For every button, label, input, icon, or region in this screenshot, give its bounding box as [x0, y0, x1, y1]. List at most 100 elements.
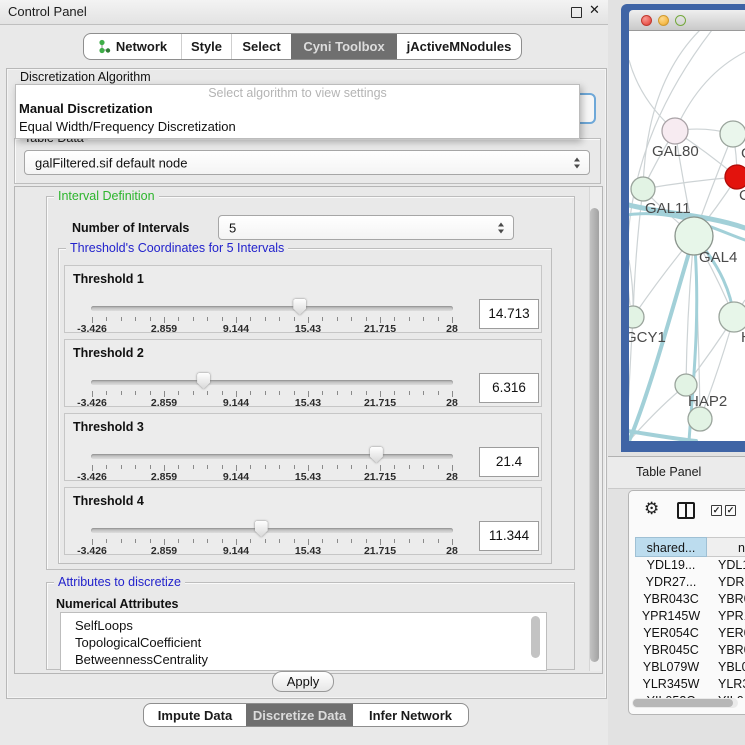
threshold-panel: Threshold 4-3.4262.8599.14415.4321.71528…: [64, 487, 542, 555]
close-traffic-light[interactable]: [641, 15, 652, 26]
table-panel-titlebar: Table Panel: [608, 456, 745, 489]
cell-name[interactable]: YPR1: [718, 609, 745, 623]
table-row[interactable]: YER054C YER0: [629, 626, 745, 643]
dropdown-option[interactable]: Manual Discretization: [19, 101, 153, 116]
close-icon[interactable]: ✕: [589, 3, 600, 18]
table-row[interactable]: YDL19... YDL1: [629, 558, 745, 575]
cell-shared-name[interactable]: YDL19...: [635, 558, 707, 572]
checkbox-icon[interactable]: ✓: [711, 505, 722, 516]
attribute-list-item[interactable]: TopologicalCoefficient: [61, 634, 546, 651]
slider-tick: [438, 391, 439, 395]
slider-track[interactable]: [91, 380, 453, 385]
tab-style[interactable]: Style: [181, 34, 231, 59]
threshold-value-field[interactable]: 11.344: [479, 521, 539, 551]
node-label: G: [741, 145, 745, 162]
network-edge: [675, 52, 745, 131]
slider-tick: [294, 391, 295, 395]
slider-tick: [135, 317, 136, 321]
table-row[interactable]: YLR345W YLR3: [629, 677, 745, 694]
cell-name[interactable]: YDR2: [718, 575, 745, 589]
tab-label: Style: [191, 39, 222, 54]
table-data-combo[interactable]: galFiltered.sif default node: [24, 150, 590, 175]
float-window-icon[interactable]: [571, 7, 582, 18]
slider-tick: [423, 539, 424, 543]
cell-shared-name[interactable]: YLR345W: [635, 677, 707, 691]
tab-jactivemnodules[interactable]: jActiveMNodules: [397, 34, 521, 59]
slider-tick: [150, 391, 151, 395]
slider-tick-label: 21.715: [352, 471, 408, 483]
slider-track[interactable]: [91, 528, 453, 533]
cell-shared-name[interactable]: YPR145W: [635, 609, 707, 623]
tab-impute-data[interactable]: Impute Data: [144, 704, 246, 726]
table-row[interactable]: YPR145W YPR1: [629, 609, 745, 626]
cell-name[interactable]: YLR3: [718, 677, 745, 691]
node-bottom[interactable]: [688, 407, 712, 431]
cell-shared-name[interactable]: YBR045C: [635, 643, 707, 657]
table-row[interactable]: YBR043C YBR0: [629, 592, 745, 609]
slider-tick-label: -3.426: [64, 471, 120, 483]
slider-tick-label: -3.426: [64, 323, 120, 335]
threshold-value-field[interactable]: 14.713: [479, 299, 539, 329]
slider-tick: [294, 465, 295, 469]
checkbox-icon[interactable]: ✓: [725, 505, 736, 516]
slider-thumb[interactable]: [293, 299, 306, 315]
node-gcy1[interactable]: [629, 306, 644, 328]
node-right-h[interactable]: [719, 302, 745, 332]
slider-tick: [366, 465, 367, 469]
tab-cyni-toolbox[interactable]: Cyni Toolbox: [291, 34, 397, 59]
vertical-scrollbar-thumb[interactable]: [590, 208, 599, 662]
table-row[interactable]: YBR045C YBR0: [629, 643, 745, 660]
tab-network[interactable]: Network: [84, 34, 181, 59]
node-top-right[interactable]: [720, 121, 745, 147]
network-canvas[interactable]: GAL80GCGAL11GAL4GCY1HHAP2: [629, 31, 745, 441]
attribute-list-item[interactable]: BetweennessCentrality: [61, 651, 546, 668]
slider-tick: [121, 539, 122, 543]
dropdown-option[interactable]: Equal Width/Frequency Discretization: [19, 119, 236, 134]
horizontal-scrollbar-thumb[interactable]: [633, 699, 733, 707]
tab-select[interactable]: Select: [231, 34, 291, 59]
cell-name[interactable]: YER0: [718, 626, 745, 640]
column-header-name[interactable]: na: [707, 537, 745, 557]
slider-thumb[interactable]: [370, 447, 383, 463]
threshold-value-field[interactable]: 21.4: [479, 447, 539, 477]
tab-infer-network[interactable]: Infer Network: [353, 704, 468, 726]
table-row[interactable]: YBL079W YBL0: [629, 660, 745, 677]
table-panel-body: ⚙ ✓ ✓ shared... na YDL19...YDL1YDR27...Y…: [628, 490, 745, 715]
combo-spinner-icon: [498, 222, 505, 233]
cell-name[interactable]: YBL0: [718, 660, 745, 674]
attributes-list-scrollbar-thumb[interactable]: [531, 616, 540, 658]
cell-shared-name[interactable]: YBR043C: [635, 592, 707, 606]
cell-name[interactable]: YDL1: [718, 558, 745, 572]
table-row[interactable]: YDR27... YDR2: [629, 575, 745, 592]
slider-tick: [322, 317, 323, 321]
column-header-shared[interactable]: shared...: [635, 537, 707, 557]
slider-tick: [351, 317, 352, 321]
zoom-traffic-light[interactable]: [675, 15, 686, 26]
slider-tick: [250, 391, 251, 395]
algorithm-dropdown-popup: Select algorithm to view settings Manual…: [15, 84, 580, 139]
interval-definition-title: Interval Definition: [54, 189, 159, 203]
threshold-value-field[interactable]: 6.316: [479, 373, 539, 403]
node-gal80[interactable]: [662, 118, 688, 144]
slider-thumb[interactable]: [255, 521, 268, 537]
node-red[interactable]: [725, 165, 745, 189]
cell-name[interactable]: YBR0: [718, 643, 745, 657]
minimize-traffic-light[interactable]: [658, 15, 669, 26]
cell-name[interactable]: YBR0: [718, 592, 745, 606]
slider-tick: [337, 539, 338, 543]
gear-icon[interactable]: ⚙: [644, 499, 659, 519]
apply-button[interactable]: Apply: [272, 671, 334, 692]
cell-shared-name[interactable]: YDR27...: [635, 575, 707, 589]
split-columns-icon[interactable]: [677, 502, 695, 519]
panel-title: Control Panel: [8, 4, 87, 19]
attribute-list-item[interactable]: SelfLoops: [61, 617, 546, 634]
slider-track[interactable]: [91, 306, 453, 311]
cell-shared-name[interactable]: YER054C: [635, 626, 707, 640]
tab-discretize-data[interactable]: Discretize Data: [246, 704, 353, 726]
slider-thumb[interactable]: [197, 373, 210, 389]
number-of-intervals-combo[interactable]: 5: [218, 215, 514, 240]
numerical-attributes-list[interactable]: SelfLoopsTopologicalCoefficientBetweenne…: [60, 612, 547, 671]
slider-track[interactable]: [91, 454, 453, 459]
node-gal11[interactable]: [631, 177, 655, 201]
cell-shared-name[interactable]: YBL079W: [635, 660, 707, 674]
